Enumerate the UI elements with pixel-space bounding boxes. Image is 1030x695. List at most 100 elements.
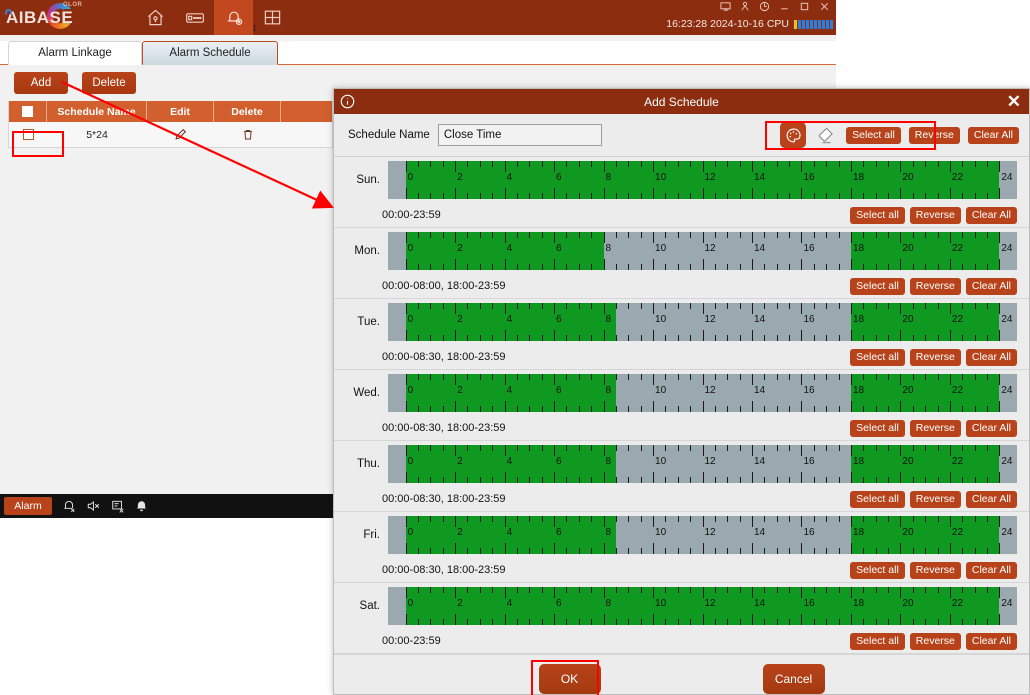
- day-timeline-track[interactable]: 0 2 4 6 8 10 12 14 16 18 20 22 24: [388, 161, 1017, 199]
- axis-tick: [863, 193, 865, 199]
- maximize-icon[interactable]: [799, 1, 810, 12]
- monitor-icon[interactable]: [720, 1, 731, 12]
- day-select-all-button[interactable]: Select all: [850, 561, 905, 579]
- axis-tick: [455, 330, 457, 341]
- day-clear-all-button[interactable]: Clear All: [965, 419, 1017, 437]
- day-timeline-track[interactable]: 0 2 4 6 8 10 12 14 16 18 20 22 24: [388, 374, 1017, 412]
- delete-button[interactable]: Delete: [82, 72, 136, 94]
- global-select-all-button[interactable]: Select all: [846, 126, 901, 144]
- eraser-tool-button[interactable]: [814, 123, 838, 147]
- axis-tick: [850, 614, 852, 625]
- axis-tick: [603, 543, 605, 554]
- day-timeline-track[interactable]: 0 2 4 6 8 10 12 14 16 18 20 22 24: [388, 232, 1017, 270]
- day-reverse-button[interactable]: Reverse: [909, 348, 961, 366]
- axis-tick: [974, 548, 976, 554]
- axis-tick: [962, 516, 964, 522]
- day-reverse-button[interactable]: Reverse: [909, 490, 961, 508]
- schedule-name-input[interactable]: [437, 124, 602, 146]
- day-reverse-button[interactable]: Reverse: [909, 419, 961, 437]
- day-select-all-button[interactable]: Select all: [850, 206, 905, 224]
- day-reverse-button[interactable]: Reverse: [909, 561, 961, 579]
- axis-tick: [677, 335, 679, 341]
- user-icon[interactable]: [740, 1, 750, 12]
- day-reverse-button[interactable]: Reverse: [909, 277, 961, 295]
- axis-tick-label: 6: [556, 314, 562, 325]
- day-reverse-button[interactable]: Reverse: [909, 206, 961, 224]
- nav-home-button[interactable]: [136, 0, 175, 35]
- day-timeline-track[interactable]: 0 2 4 6 8 10 12 14 16 18 20 22 24: [388, 587, 1017, 625]
- bell-icon[interactable]: [135, 499, 148, 513]
- day-select-all-button[interactable]: Select all: [850, 419, 905, 437]
- global-clear-all-button[interactable]: Clear All: [967, 126, 1019, 144]
- day-select-all-button[interactable]: Select all: [850, 348, 905, 366]
- axis-tick: [888, 516, 890, 522]
- tab-alarm-schedule[interactable]: Alarm Schedule: [142, 41, 278, 65]
- axis-tick: [739, 193, 741, 199]
- global-reverse-button[interactable]: Reverse: [908, 126, 960, 144]
- axis-tick: [504, 543, 506, 554]
- axis-tick: [467, 548, 469, 554]
- minimize-icon[interactable]: [779, 1, 790, 12]
- ok-button[interactable]: OK: [538, 663, 601, 694]
- palette-tool-button[interactable]: [780, 122, 807, 148]
- day-clear-all-button[interactable]: Clear All: [965, 632, 1017, 650]
- row-checkbox[interactable]: [22, 129, 34, 140]
- day-clear-all-button[interactable]: Clear All: [965, 561, 1017, 579]
- screen-off-icon[interactable]: [111, 499, 125, 513]
- axis-tick: [826, 445, 828, 451]
- row-edit-button[interactable]: [147, 122, 214, 147]
- axis-tick: [516, 193, 518, 199]
- day-timeline-track[interactable]: 0 2 4 6 8 10 12 14 16 18 20 22 24: [388, 516, 1017, 554]
- speaker-mute-icon[interactable]: [86, 499, 101, 513]
- nav-layout-button[interactable]: [253, 0, 292, 35]
- day-select-all-button[interactable]: Select all: [850, 490, 905, 508]
- day-reverse-button[interactable]: Reverse: [909, 632, 961, 650]
- home-icon: [147, 9, 164, 26]
- day-clear-all-button[interactable]: Clear All: [965, 348, 1017, 366]
- alarm-off-icon[interactable]: [62, 499, 76, 513]
- day-timeline-track[interactable]: 0 2 4 6 8 10 12 14 16 18 20 22 24: [388, 303, 1017, 341]
- axis-tick: [850, 445, 852, 456]
- day-select-all-button[interactable]: Select all: [850, 632, 905, 650]
- axis-tick: [430, 516, 432, 522]
- axis-tick-label: 14: [753, 527, 766, 538]
- cancel-button[interactable]: Cancel: [762, 663, 825, 694]
- day-clear-all-button[interactable]: Clear All: [965, 490, 1017, 508]
- axis-tick: [838, 406, 840, 412]
- axis-tick: [665, 232, 667, 238]
- axis-tick: [529, 335, 531, 341]
- axis-tick: [591, 193, 593, 199]
- alarm-button[interactable]: Alarm: [4, 497, 52, 515]
- axis-tick: [838, 374, 840, 380]
- axis-tick: [479, 193, 481, 199]
- axis-tick: [925, 619, 927, 625]
- axis-tick: [492, 161, 494, 167]
- row-delete-button[interactable]: [214, 122, 281, 147]
- axis-tick-label: 6: [556, 527, 562, 538]
- day-clear-all-button[interactable]: Clear All: [965, 277, 1017, 295]
- dialog-close-button[interactable]: ✕: [1007, 93, 1021, 110]
- tab-alarm-linkage[interactable]: Alarm Linkage: [8, 41, 142, 65]
- axis-tick-label: 24: [1001, 527, 1013, 538]
- axis-tick: [739, 516, 741, 522]
- axis-tick: [900, 614, 902, 625]
- axis-tick: [850, 543, 852, 554]
- add-button[interactable]: Add: [14, 72, 68, 94]
- axis-tick: [962, 374, 964, 380]
- close-icon[interactable]: [819, 1, 830, 12]
- nav-device-button[interactable]: [175, 0, 214, 35]
- power-icon[interactable]: [759, 1, 770, 12]
- day-clear-all-button[interactable]: Clear All: [965, 206, 1017, 224]
- day-select-all-button[interactable]: Select all: [850, 277, 905, 295]
- axis-tick: [615, 445, 617, 451]
- axis-tick: [665, 193, 667, 199]
- axis-tick-label: 22: [951, 456, 964, 467]
- select-all-checkbox[interactable]: [22, 106, 33, 117]
- nav-alarm-settings-button[interactable]: 1: [214, 0, 257, 35]
- axis-tick: [949, 472, 951, 483]
- axis-tick: [566, 477, 568, 483]
- day-timeline-track[interactable]: 0 2 4 6 8 10 12 14 16 18 20 22 24: [388, 445, 1017, 483]
- axis-tick: [405, 330, 407, 341]
- axis-tick: [801, 401, 803, 412]
- table-header-row: Schedule Name Edit Delete: [9, 101, 332, 122]
